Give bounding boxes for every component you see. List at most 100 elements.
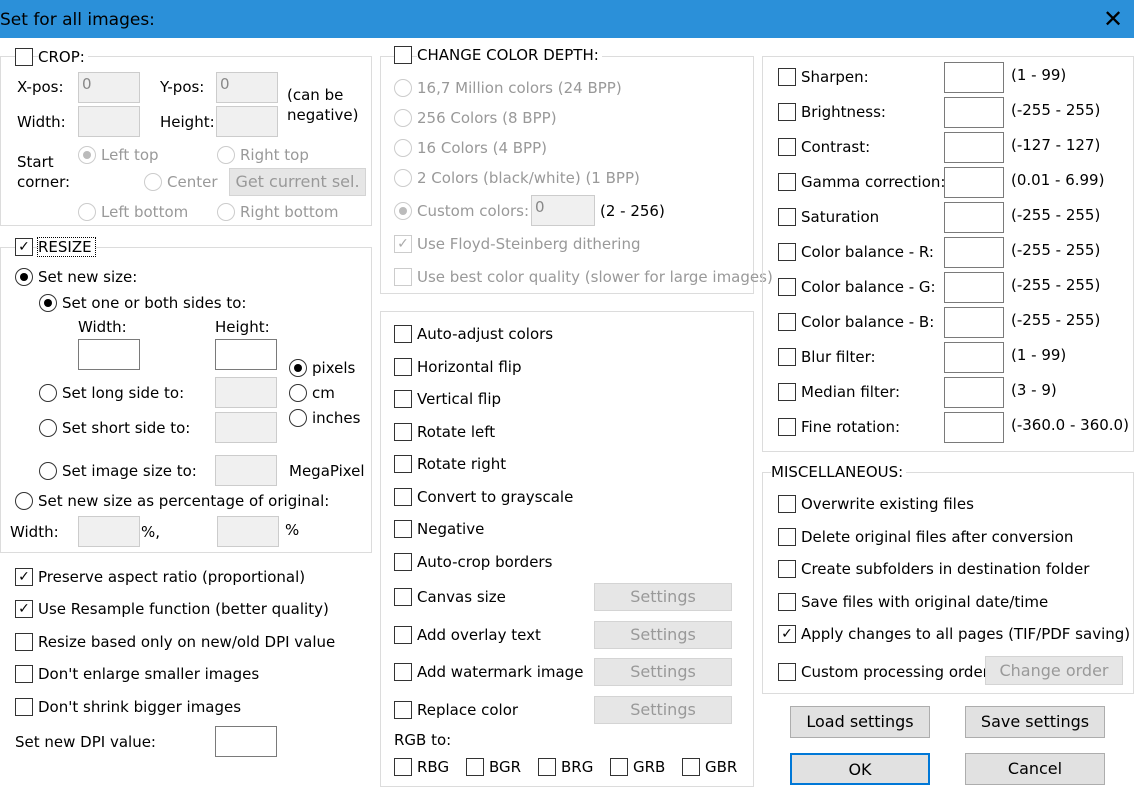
long-side-radio[interactable] <box>39 384 57 402</box>
adjust-input[interactable] <box>944 167 1004 198</box>
load-settings-button[interactable]: Load settings <box>790 706 930 738</box>
canvas-settings-button[interactable]: Settings <box>594 583 732 611</box>
gbr-label: GBR <box>705 758 738 776</box>
right-bottom-radio[interactable] <box>217 203 235 221</box>
overlay-settings-button[interactable]: Settings <box>594 621 732 649</box>
xpos-input[interactable]: 0 <box>78 72 140 103</box>
image-size-input[interactable] <box>215 455 277 486</box>
adjust-input[interactable] <box>944 342 1004 373</box>
no-shrink-checkbox[interactable] <box>15 698 33 716</box>
change-order-button[interactable]: Change order <box>985 656 1123 685</box>
adjust-input[interactable] <box>944 272 1004 303</box>
set-new-size-radio[interactable] <box>15 268 33 286</box>
ypos-input[interactable]: 0 <box>216 72 278 103</box>
overwrite-checkbox[interactable] <box>778 495 796 513</box>
custom-colors-radio[interactable] <box>394 202 412 220</box>
percentage-radio[interactable] <box>15 492 33 510</box>
floyd-steinberg-checkbox[interactable]: ✓ <box>394 235 412 253</box>
resize-height-input[interactable] <box>215 339 277 370</box>
resample-checkbox[interactable]: ✓ <box>15 600 33 618</box>
rotate-right-checkbox[interactable] <box>394 455 412 473</box>
adjust-checkbox[interactable] <box>778 278 796 296</box>
inches-radio[interactable] <box>289 409 307 427</box>
long-side-input[interactable] <box>215 377 277 408</box>
adjust-input[interactable] <box>944 97 1004 128</box>
horizontal-flip-checkbox[interactable] <box>394 358 412 376</box>
negative-checkbox[interactable] <box>394 520 412 538</box>
left-top-radio[interactable] <box>78 146 96 164</box>
depth-24bpp-radio[interactable] <box>394 79 412 97</box>
crop-height-input[interactable] <box>216 106 278 137</box>
custom-order-checkbox[interactable] <box>778 663 796 681</box>
replace-color-checkbox[interactable] <box>394 701 412 719</box>
resize-width-input[interactable] <box>78 339 140 370</box>
replace-settings-button[interactable]: Settings <box>594 696 732 724</box>
dpi-only-checkbox[interactable] <box>15 633 33 651</box>
adjust-input[interactable] <box>944 62 1004 93</box>
percent-width-input[interactable] <box>78 516 140 547</box>
rotate-left-checkbox[interactable] <box>394 423 412 441</box>
adjust-checkbox[interactable] <box>778 383 796 401</box>
grb-checkbox[interactable] <box>610 758 628 776</box>
adjust-checkbox[interactable] <box>778 138 796 156</box>
adjust-input[interactable] <box>944 132 1004 163</box>
color-depth-checkbox[interactable] <box>394 46 412 64</box>
auto-crop-checkbox[interactable] <box>394 553 412 571</box>
right-top-radio[interactable] <box>217 146 235 164</box>
adjust-input[interactable] <box>944 377 1004 408</box>
no-enlarge-checkbox[interactable] <box>15 665 33 683</box>
close-icon[interactable]: ✕ <box>1096 2 1130 36</box>
gbr-checkbox[interactable] <box>682 758 700 776</box>
best-quality-checkbox[interactable] <box>394 268 412 286</box>
canvas-size-checkbox[interactable] <box>394 588 412 606</box>
adjust-input[interactable] <box>944 237 1004 268</box>
save-date-checkbox[interactable] <box>778 593 796 611</box>
bgr-checkbox[interactable] <box>466 758 484 776</box>
left-bottom-radio[interactable] <box>78 203 96 221</box>
vertical-flip-checkbox[interactable] <box>394 390 412 408</box>
custom-order-label: Custom processing order <box>801 663 989 681</box>
watermark-checkbox[interactable] <box>394 663 412 681</box>
brg-checkbox[interactable] <box>538 758 556 776</box>
delete-original-checkbox[interactable] <box>778 528 796 546</box>
overlay-text-checkbox[interactable] <box>394 626 412 644</box>
rbg-checkbox[interactable] <box>394 758 412 776</box>
adjust-input[interactable] <box>944 202 1004 233</box>
adjust-checkbox[interactable] <box>778 418 796 436</box>
auto-adjust-checkbox[interactable] <box>394 325 412 343</box>
cancel-button[interactable]: Cancel <box>965 753 1105 785</box>
percent-height-input[interactable] <box>217 516 279 547</box>
depth-1bpp-radio[interactable] <box>394 169 412 187</box>
preserve-aspect-checkbox[interactable]: ✓ <box>15 568 33 586</box>
depth-8bpp-radio[interactable] <box>394 109 412 127</box>
save-settings-button[interactable]: Save settings <box>965 706 1105 738</box>
adjust-checkbox[interactable] <box>778 173 796 191</box>
cm-radio[interactable] <box>289 384 307 402</box>
grayscale-checkbox[interactable] <box>394 488 412 506</box>
short-side-input[interactable] <box>215 412 277 443</box>
adjust-checkbox[interactable] <box>778 313 796 331</box>
get-current-selection-button[interactable]: Get current sel. <box>229 168 366 196</box>
pixels-radio[interactable] <box>289 359 307 377</box>
adjust-input[interactable] <box>944 412 1004 443</box>
depth-4bpp-radio[interactable] <box>394 139 412 157</box>
adjust-checkbox[interactable] <box>778 348 796 366</box>
dpi-input[interactable] <box>215 726 277 757</box>
adjust-input[interactable] <box>944 307 1004 338</box>
adjust-checkbox[interactable] <box>778 68 796 86</box>
adjust-checkbox[interactable] <box>778 243 796 261</box>
all-pages-checkbox[interactable]: ✓ <box>778 625 796 643</box>
subfolders-checkbox[interactable] <box>778 560 796 578</box>
resize-checkbox[interactable]: ✓ <box>15 238 33 256</box>
image-size-radio[interactable] <box>39 462 57 480</box>
ok-button[interactable]: OK <box>790 753 930 785</box>
custom-colors-input[interactable]: 0 <box>531 195 595 226</box>
adjust-checkbox[interactable] <box>778 103 796 121</box>
one-or-both-sides-radio[interactable] <box>39 294 57 312</box>
watermark-settings-button[interactable]: Settings <box>594 658 732 686</box>
crop-checkbox[interactable] <box>15 48 33 66</box>
short-side-radio[interactable] <box>39 419 57 437</box>
crop-width-input[interactable] <box>78 106 140 137</box>
adjust-checkbox[interactable] <box>778 208 796 226</box>
center-radio[interactable] <box>144 173 162 191</box>
